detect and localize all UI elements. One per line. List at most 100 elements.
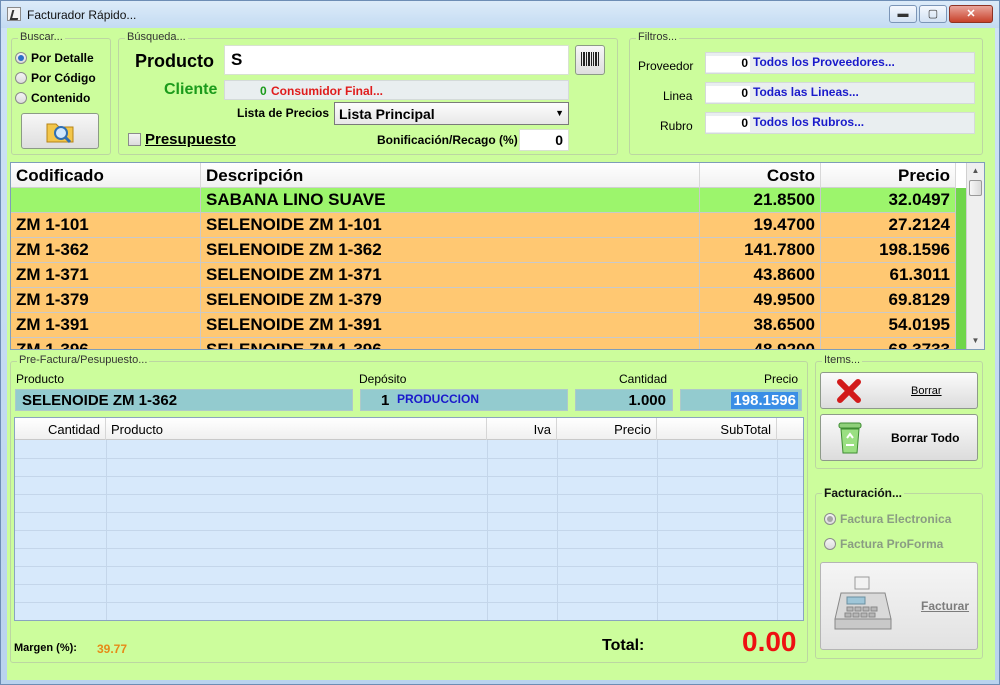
table-row[interactable]: SABANA LINO SUAVE 21.8500 32.0497 [11,188,956,213]
borrar-label: Borrar [911,385,942,397]
cell-descripcion: SELENOIDE ZM 1-362 [201,238,700,263]
grid-scrollbar[interactable]: ▲ ▼ [966,163,984,349]
producto-search-input[interactable]: S [224,45,569,75]
radio-contenido[interactable]: Contenido [15,91,90,105]
red-x-icon [837,379,861,403]
radio-por-detalle[interactable]: Por Detalle [15,51,94,65]
maximize-button[interactable]: ▢ [919,5,947,23]
cell-codigo: ZM 1-391 [11,313,201,338]
radio-label: Por Código [31,71,96,85]
product-grid: Codificado Descripción Costo Precio SABA… [10,162,985,350]
cell-descripcion: SELENOIDE ZM 1-371 [201,263,700,288]
table-row[interactable]: ZM 1-362 SELENOIDE ZM 1-362 141.7800 198… [11,238,956,263]
application-window: Facturador Rápido... ▬ ▢ ✕ Buscar... Por… [0,0,1000,685]
prefactura-legend: Pre-Factura/Pesupuesto... [17,354,150,366]
cell-precio: 32.0497 [821,188,956,213]
facturar-button[interactable]: Facturar [820,562,978,650]
close-button[interactable]: ✕ [949,5,993,23]
cell-costo: 49.9500 [700,288,821,313]
pf-cantidad-input[interactable]: 1.000 [575,389,673,411]
col-iva[interactable]: Iva [487,418,557,440]
radio-label: Contenido [31,91,91,105]
grid-line [15,512,803,513]
barcode-icon [581,52,599,66]
pf-cantidad-label: Cantidad [619,372,668,386]
table-row[interactable]: ZM 1-371 SELENOIDE ZM 1-371 43.8600 61.3… [11,263,956,288]
col-precio[interactable]: Precio [557,418,657,440]
filtro-proveedor-field[interactable]: 0 Todos los Proveedores... [705,52,975,74]
pf-precio-input[interactable]: 198.1596 [680,389,802,411]
cell-precio: 61.3011 [821,263,956,288]
table-row[interactable]: ZM 1-396 SELENOIDE ZM 1-396 48.9200 68.3… [11,338,956,349]
grid-line [557,440,558,620]
margen-value: 39.77 [97,642,128,656]
scroll-up-icon[interactable]: ▲ [967,163,984,179]
cell-costo: 19.4700 [700,213,821,238]
grid-line [15,548,803,549]
col-subtotal[interactable]: SubTotal [657,418,777,440]
busqueda-group: Búsqueda... Producto S Cliente 0 Consumi… [118,31,618,155]
bonificacion-input[interactable]: 0 [519,129,569,151]
grid-line [777,440,778,620]
filtro-rubro-value: Todos los Rubros... [753,115,865,129]
chevron-down-icon: ▼ [555,108,564,118]
folder-search-icon [46,123,74,144]
cell-costo: 21.8500 [700,188,821,213]
grid-line [15,566,803,567]
table-row[interactable]: ZM 1-391 SELENOIDE ZM 1-391 38.6500 54.0… [11,313,956,338]
grid-line [15,458,803,459]
filtro-proveedor-value: Todos los Proveedores... [753,55,895,69]
cliente-label: Cliente [164,81,218,98]
grid-line [106,440,107,620]
cliente-code: 0 [260,84,267,98]
pf-deposito-field[interactable]: 1 PRODUCCION [360,389,568,411]
filtro-linea-value: Todas las Lineas... [753,85,859,99]
lista-precios-select[interactable]: Lista Principal ▼ [334,102,569,125]
radio-dot [15,92,27,104]
pf-producto-field[interactable]: SELENOIDE ZM 1-362 [15,389,353,411]
items-legend: Items... [822,354,863,366]
facturacion-group: Facturación... Factura Electronica Factu… [815,486,983,659]
minimize-button[interactable]: ▬ [889,5,917,23]
col-precio[interactable]: Precio [821,163,956,188]
grid-header: Codificado Descripción Costo Precio [11,163,956,188]
title-bar: Facturador Rápido... ▬ ▢ ✕ [1,1,999,28]
cell-precio: 69.8129 [821,288,956,313]
pf-deposito-code: 1 [381,392,390,409]
cell-descripcion: SELENOIDE ZM 1-396 [201,338,700,349]
producto-label: Producto [135,51,214,71]
radio-factura-electronica[interactable]: Factura Electronica [824,512,951,526]
buscar-legend: Buscar... [18,31,65,43]
scroll-down-icon[interactable]: ▼ [967,333,984,349]
radio-por-codigo[interactable]: Por Código [15,71,96,85]
facturar-label: Facturar [921,599,970,613]
search-button[interactable] [21,113,99,149]
filtro-proveedor-label: Proveedor [638,59,694,73]
table-row[interactable]: ZM 1-379 SELENOIDE ZM 1-379 49.9500 69.8… [11,288,956,313]
window-title: Facturador Rápido... [27,8,137,22]
cliente-field[interactable]: 0 Consumidor Final... [224,80,569,100]
filtro-linea-code: 0 [706,86,750,102]
filtro-rubro-field[interactable]: 0 Todos los Rubros... [705,112,975,134]
scroll-thumb[interactable] [969,180,982,196]
grid-line [15,476,803,477]
col-descripcion[interactable]: Descripción [201,163,700,188]
borrar-todo-label: Borrar Todo [891,431,960,445]
pf-precio-value: 198.1596 [731,392,798,409]
cell-codigo: ZM 1-379 [11,288,201,313]
col-costo[interactable]: Costo [700,163,821,188]
col-cantidad[interactable]: Cantidad [15,418,106,440]
prefactura-items-table: Cantidad Producto Iva Precio SubTotal [14,417,804,621]
barcode-button[interactable] [575,45,605,75]
borrar-todo-button[interactable]: Borrar Todo [820,414,978,461]
total-value: 0.00 [742,626,797,657]
col-codificado[interactable]: Codificado [11,163,201,188]
radio-factura-proforma[interactable]: Factura ProForma [824,537,943,551]
table-row[interactable]: ZM 1-101 SELENOIDE ZM 1-101 19.4700 27.2… [11,213,956,238]
lista-precios-value: Lista Principal [339,106,435,122]
borrar-button[interactable]: Borrar [820,372,978,409]
col-producto[interactable]: Producto [106,418,487,440]
filtro-linea-field[interactable]: 0 Todas las Lineas... [705,82,975,104]
cliente-name: Consumidor Final... [271,84,384,98]
presupuesto-checkbox[interactable]: Presupuesto [128,131,236,148]
